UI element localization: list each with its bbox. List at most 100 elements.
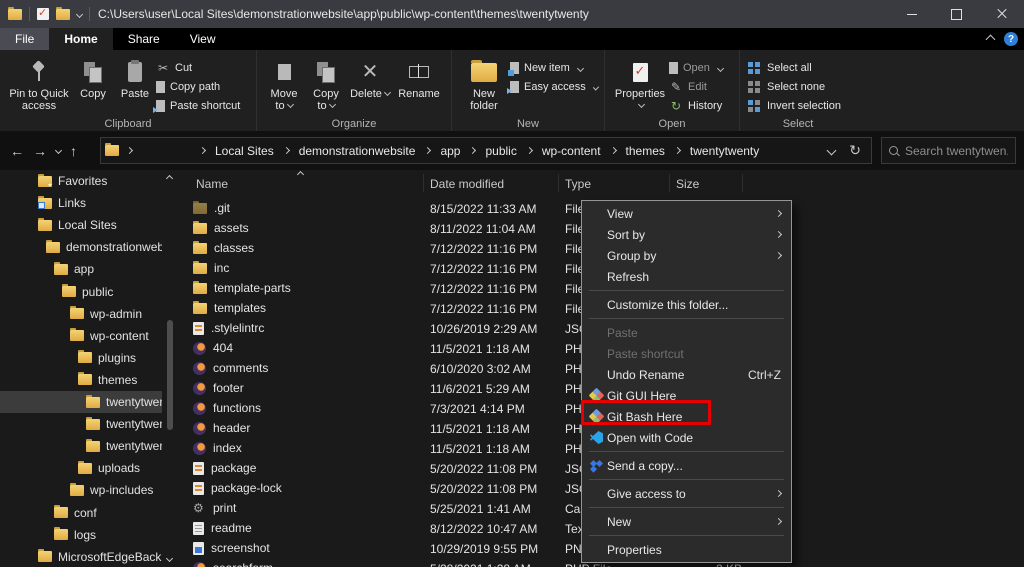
select-none-button[interactable]: Select none <box>746 79 850 95</box>
refresh-icon[interactable]: ↻ <box>849 142 861 159</box>
sidebar-item-themes[interactable]: themes <box>0 369 162 391</box>
delete-button[interactable]: ✕ Delete <box>347 54 393 102</box>
breadcrumb-item-local-sites[interactable]: Local Sites <box>213 143 276 159</box>
ribbon: Pin to Quick access Copy Paste ✂ Cut Cop… <box>0 50 1024 132</box>
sidebar-item-logs[interactable]: logs <box>0 524 162 546</box>
open-button[interactable]: Open <box>669 60 733 76</box>
file-date-cell: 10/26/2019 2:29 AM <box>430 322 560 336</box>
sidebar-item-wp-includes[interactable]: wp-includes <box>0 479 162 501</box>
sidebar-item-uploads[interactable]: uploads <box>0 457 162 479</box>
tab-home[interactable]: Home <box>49 28 112 50</box>
scroll-up-icon[interactable] <box>166 175 173 182</box>
sidebar-item-twentytwenty[interactable]: twentytwenty <box>0 435 162 457</box>
sidebar-item-twentytwenty[interactable]: twentytwenty <box>0 391 162 413</box>
tab-file[interactable]: File <box>0 28 49 50</box>
properties-quick-icon[interactable] <box>37 8 49 20</box>
menu-item-new[interactable]: New <box>582 511 791 532</box>
sidebar-item-demonstrationwebsite[interactable]: demonstrationwebsite <box>0 236 162 258</box>
minimize-ribbon-icon[interactable] <box>986 34 996 44</box>
menu-item-sort-by[interactable]: Sort by <box>582 224 791 245</box>
column-header-name[interactable]: Name <box>196 177 228 191</box>
menu-item-group-by[interactable]: Group by <box>582 245 791 266</box>
sidebar-item-microsoftedgebackups[interactable]: MicrosoftEdgeBackups <box>0 546 162 567</box>
new-folder-button[interactable]: New folder <box>458 54 510 114</box>
sidebar-item-conf[interactable]: conf <box>0 502 162 524</box>
address-box[interactable]: Local Sites demonstrationwebsite app public… <box>100 137 872 164</box>
sidebar-item-app[interactable]: app <box>0 258 162 280</box>
copy-button[interactable]: Copy <box>72 54 114 102</box>
file-name: searchform <box>213 561 273 567</box>
properties-button[interactable]: Properties <box>611 54 669 114</box>
tab-share[interactable]: Share <box>113 28 175 50</box>
column-header-date-modified[interactable]: Date modified <box>430 177 504 191</box>
folder-icon <box>78 463 92 474</box>
new-item-button[interactable]: New item <box>510 60 598 76</box>
scrollbar-thumb[interactable] <box>167 320 173 430</box>
maximize-button[interactable] <box>934 0 979 28</box>
pin-to-quick-access-button[interactable]: Pin to Quick access <box>6 54 72 114</box>
new-folder-label: New folder <box>461 88 507 112</box>
chevron-down-icon <box>329 101 336 108</box>
invert-selection-button[interactable]: Invert selection <box>746 98 850 114</box>
file-date-cell: 5/20/2022 11:08 PM <box>430 482 560 496</box>
menu-item-label: Group by <box>607 249 656 263</box>
copy-path-button[interactable]: Copy path <box>156 79 250 95</box>
back-button[interactable]: ← <box>10 143 24 159</box>
menu-item-label: Refresh <box>607 270 649 284</box>
sidebar-item-twentytwenty[interactable]: twentytwenty <box>0 413 162 435</box>
paste-shortcut-button[interactable]: Paste shortcut <box>156 98 250 114</box>
easy-access-icon <box>510 81 519 93</box>
breadcrumb-item-public[interactable]: public <box>483 143 518 159</box>
delete-x-icon: ✕ <box>362 62 379 82</box>
menu-item-open-with-code[interactable]: Open with Code <box>582 427 791 448</box>
php-file-icon <box>193 362 206 375</box>
file-name: index <box>213 441 242 455</box>
copy-to-button[interactable]: Copy to <box>305 54 347 114</box>
menu-item-view[interactable]: View <box>582 203 791 224</box>
menu-item-customize-this-folder[interactable]: Customize this folder... <box>582 294 791 315</box>
easy-access-button[interactable]: Easy access <box>510 79 598 95</box>
recent-locations-chevron-icon[interactable] <box>55 147 62 154</box>
move-to-button[interactable]: Move to <box>263 54 305 114</box>
search-input[interactable]: Search twentytwen... <box>881 137 1016 164</box>
breadcrumb-item-themes[interactable]: themes <box>624 143 667 159</box>
breadcrumb-item-app[interactable]: app <box>438 143 462 159</box>
sidebar-item-plugins[interactable]: plugins <box>0 347 162 369</box>
breadcrumb-item-wp-content[interactable]: wp-content <box>540 143 603 159</box>
menu-item-shortcut: Ctrl+Z <box>748 368 781 382</box>
select-all-button[interactable]: Select all <box>746 60 850 76</box>
cut-button[interactable]: ✂ Cut <box>156 60 250 76</box>
up-button[interactable]: ↑ <box>70 143 77 159</box>
menu-item-give-access-to[interactable]: Give access to <box>582 483 791 504</box>
sidebar-item-wp-admin[interactable]: wp-admin <box>0 303 162 325</box>
minimize-button[interactable] <box>889 0 934 28</box>
tab-view[interactable]: View <box>175 28 231 50</box>
edit-button[interactable]: ✎ Edit <box>669 79 733 95</box>
sidebar-item-local-sites[interactable]: Local Sites <box>0 214 162 236</box>
scroll-down-icon[interactable] <box>166 555 173 562</box>
breadcrumb-item-twentytwenty[interactable]: twentytwenty <box>688 143 761 159</box>
close-button[interactable] <box>979 0 1024 28</box>
menu-item-send-a-copy[interactable]: Send a copy... <box>582 455 791 476</box>
breadcrumb-item-demonstrationwebsite[interactable]: demonstrationwebsite <box>297 143 418 159</box>
help-icon[interactable]: ? <box>1004 32 1018 46</box>
customize-qat-chevron-icon[interactable] <box>76 10 83 17</box>
forward-button[interactable]: → <box>33 143 47 159</box>
menu-item-properties[interactable]: Properties <box>582 539 791 560</box>
sidebar-item-links[interactable]: Links <box>0 192 162 214</box>
menu-item-undo-rename[interactable]: Undo RenameCtrl+Z <box>582 364 791 385</box>
sidebar-item-label: demonstrationwebsite <box>66 240 162 254</box>
new-folder-quick-icon[interactable] <box>56 9 70 20</box>
paste-button[interactable]: Paste <box>114 54 156 102</box>
menu-item-refresh[interactable]: Refresh <box>582 266 791 287</box>
history-button[interactable]: ↻ History <box>669 98 733 114</box>
sidebar-item-favorites[interactable]: Favorites <box>0 170 162 192</box>
folder-icon <box>193 223 207 234</box>
rename-button[interactable]: Rename <box>393 54 445 102</box>
column-header-size[interactable]: Size <box>676 177 699 191</box>
sidebar-item-public[interactable]: public <box>0 281 162 303</box>
sidebar-scrollbar[interactable] <box>165 170 175 567</box>
sidebar-item-wp-content[interactable]: wp-content <box>0 325 162 347</box>
column-header-type[interactable]: Type <box>565 177 591 191</box>
address-dropdown-chevron-icon[interactable] <box>827 146 837 156</box>
